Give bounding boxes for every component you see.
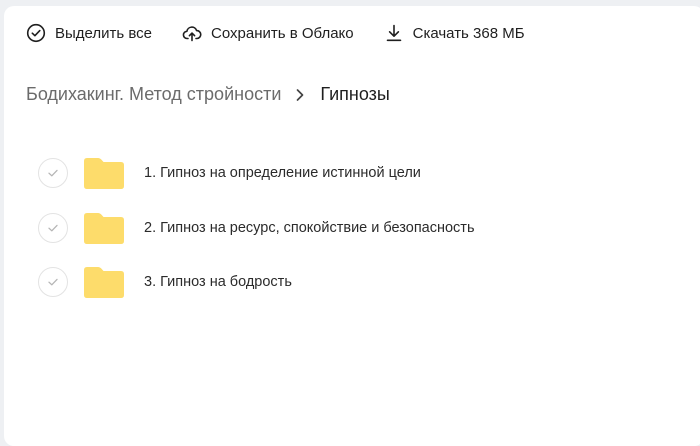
- select-all-label: Выделить все: [55, 24, 153, 42]
- save-to-cloud-button[interactable]: Сохранить в Облако: [182, 23, 354, 43]
- breadcrumb-parent-link[interactable]: Бодихакинг. Метод стройности: [26, 84, 281, 105]
- content-panel: Выделить все Сохранить в Облако Скачать …: [4, 6, 700, 446]
- file-list: 1. Гипноз на определение истинной цели 2…: [38, 146, 678, 310]
- select-checkbox[interactable]: [38, 267, 68, 298]
- file-name: 1. Гипноз на определение истинной цели: [144, 165, 421, 182]
- file-name: 2. Гипноз на ресурс, спокойствие и безоп…: [144, 219, 475, 236]
- breadcrumb-current: Гипнозы: [320, 84, 390, 104]
- folder-icon: [84, 158, 124, 190]
- breadcrumb: Бодихакинг. Метод стройности Гипнозы: [26, 84, 390, 105]
- select-checkbox[interactable]: [38, 158, 68, 189]
- download-label: Скачать 368 МБ: [412, 24, 525, 42]
- toolbar: Выделить все Сохранить в Облако Скачать …: [26, 20, 555, 46]
- cloud-upload-icon: [182, 26, 202, 42]
- select-checkbox[interactable]: [38, 212, 68, 243]
- list-item[interactable]: 2. Гипноз на ресурс, спокойствие и безоп…: [38, 201, 678, 256]
- checkmark-icon: [48, 170, 58, 177]
- select-all-button[interactable]: Выделить все: [26, 23, 152, 43]
- list-item[interactable]: 1. Гипноз на определение истинной цели: [38, 146, 678, 201]
- file-name: 3. Гипноз на бодрость: [144, 274, 292, 291]
- folder-icon: [84, 212, 124, 244]
- download-icon: [386, 24, 401, 42]
- checkmark-icon: [48, 224, 58, 232]
- chevron-right-icon: [297, 88, 304, 101]
- checkmark-icon: [48, 279, 58, 286]
- list-item[interactable]: 3. Гипноз на бодрость: [38, 255, 678, 310]
- save-to-cloud-label: Сохранить в Облако: [211, 24, 354, 42]
- check-circle-icon: [26, 23, 46, 43]
- download-button[interactable]: Скачать 368 МБ: [384, 23, 525, 43]
- folder-icon: [84, 267, 124, 299]
